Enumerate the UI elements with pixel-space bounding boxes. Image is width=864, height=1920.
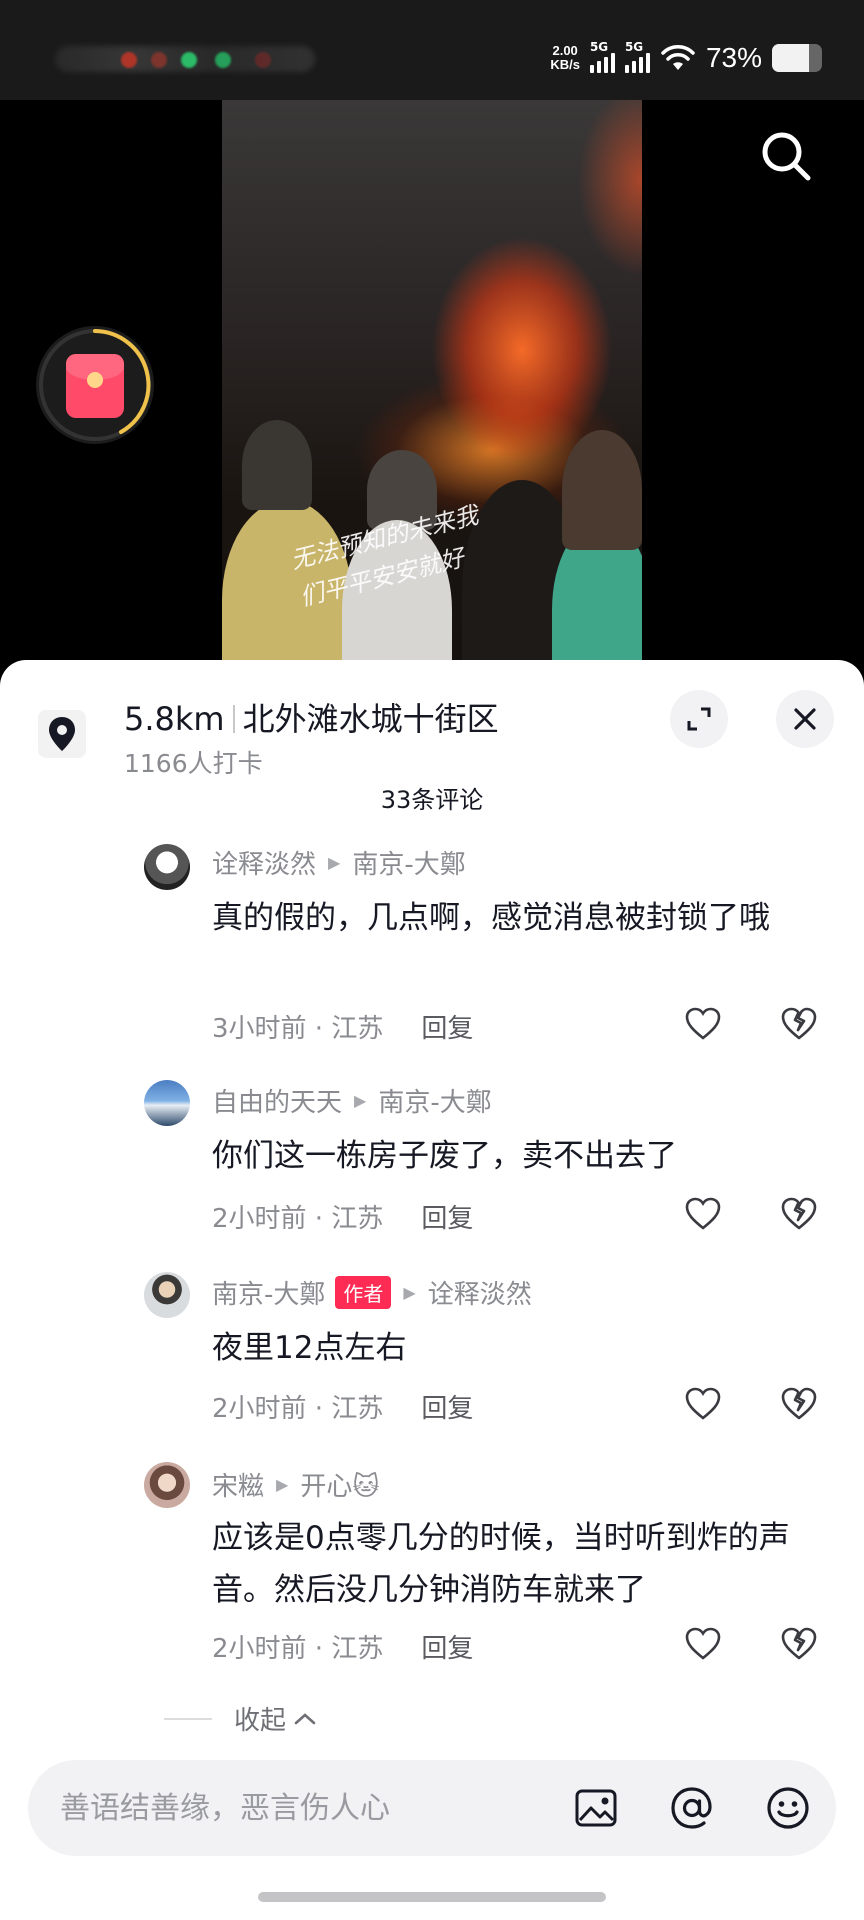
location-pin-icon [38, 710, 86, 758]
author-badge: 作者 [335, 1276, 392, 1309]
reply-button[interactable]: 回复 [421, 1394, 473, 1424]
comment-text: 你们这一栋房子废了，卖不出去了 [212, 1138, 677, 1174]
comment-username[interactable]: 诠释淡然 [212, 844, 316, 881]
expand-button[interactable] [670, 690, 728, 748]
comment-text: 应该是0点零几分的时候，当时听到炸的声音。然后没几分钟消防车就来了 [212, 1520, 790, 1608]
avatar[interactable] [144, 1462, 190, 1508]
location-distance: 5.8km [124, 700, 225, 738]
comment-username[interactable]: 自由的天天 [212, 1082, 342, 1119]
comment-time: 2小时前 · 江苏 [212, 1204, 384, 1234]
location-name: 北外滩水城十街区 [242, 700, 499, 738]
dislike-broken-heart-icon[interactable] [780, 1624, 818, 1664]
reply-arrow-icon: ▶ [403, 1283, 416, 1302]
search-button[interactable] [752, 122, 822, 192]
avatar[interactable] [144, 844, 190, 890]
comment-meta: 诠释淡然 ▶ 南京-大鄭 [212, 844, 466, 881]
reply-arrow-icon: ▶ [354, 1091, 367, 1110]
like-heart-icon[interactable] [683, 1004, 723, 1044]
red-envelope-button[interactable] [36, 326, 154, 444]
comment-text: 真的假的，几点啊，感觉消息被封锁了哦 [212, 900, 770, 936]
comment-time: 2小时前 · 江苏 [212, 1634, 384, 1664]
comment-reply-to[interactable]: 南京-大鄭 [378, 1082, 491, 1119]
reply-button[interactable]: 回复 [421, 1014, 473, 1044]
emoji-smiley-icon[interactable] [764, 1784, 812, 1832]
comment-time: 3小时前 · 江苏 [212, 1014, 384, 1044]
reply-arrow-icon: ▶ [276, 1475, 289, 1494]
comment-footer: 3小时前 · 江苏 回复 [212, 1008, 473, 1045]
comment-input-bar [28, 1760, 836, 1856]
reply-arrow-icon: ▶ [328, 853, 341, 872]
comment-reply-to[interactable]: 诠释淡然 [428, 1274, 532, 1311]
comment-meta: 宋糍 ▶ 开心🐱 [212, 1466, 379, 1503]
comment-username[interactable]: 宋糍 [212, 1466, 264, 1503]
like-heart-icon[interactable] [683, 1384, 723, 1424]
status-indicators: 2.00 KB/s 5G 5G 73% [550, 38, 822, 78]
network-speed: 2.00 KB/s [550, 43, 580, 72]
search-icon [762, 132, 811, 181]
collapse-label: 收起 [234, 1706, 287, 1736]
signal-icon-sim2: 5G [624, 40, 650, 73]
dislike-broken-heart-icon[interactable] [780, 1004, 818, 1044]
red-envelope-icon [66, 354, 124, 418]
like-heart-icon[interactable] [683, 1194, 723, 1234]
avatar[interactable] [144, 1080, 190, 1126]
comment-username[interactable]: 南京-大鄭 [212, 1274, 325, 1311]
collapse-replies-button[interactable]: 收起 [164, 1700, 318, 1737]
signal-icon-sim1: 5G [589, 40, 615, 73]
comment-meta: 南京-大鄭 作者 ▶ 诠释淡然 [212, 1274, 532, 1311]
avatar[interactable] [144, 1272, 190, 1318]
video-player[interactable]: 无法预知的未来我 们平平安安就好 [0, 100, 864, 680]
close-icon [794, 708, 816, 730]
status-bar: 2.00 KB/s 5G 5G 73% [0, 0, 864, 100]
notification-icons-blurred [55, 40, 320, 76]
comment-sheet: 5.8km 北外滩水城十街区 1166人打卡 33条评论 诠释淡然 ▶ 南京-大鄭… [0, 660, 864, 1920]
comment-footer: 2小时前 · 江苏 回复 [212, 1628, 473, 1665]
battery-percent: 73% [705, 42, 762, 73]
chevron-up-icon [294, 1712, 316, 1724]
reply-button[interactable]: 回复 [421, 1204, 473, 1234]
comment-input[interactable] [60, 1782, 520, 1834]
mention-at-icon[interactable] [668, 1784, 716, 1832]
close-button[interactable] [776, 690, 834, 748]
location-checkins: 1166人打卡 [124, 749, 263, 778]
dislike-broken-heart-icon[interactable] [780, 1384, 818, 1424]
battery-icon [772, 44, 822, 72]
comment-time: 2小时前 · 江苏 [212, 1394, 384, 1424]
comment-reply-to[interactable]: 开心🐱 [300, 1466, 379, 1503]
comment-count: 33条评论 [380, 786, 484, 814]
image-icon[interactable] [572, 1784, 620, 1832]
comment-footer: 2小时前 · 江苏 回复 [212, 1388, 473, 1425]
comment-text: 夜里12点左右 [212, 1330, 407, 1366]
comment-reply-to[interactable]: 南京-大鄭 [352, 844, 465, 881]
wifi-icon [661, 45, 695, 70]
comment-meta: 自由的天天 ▶ 南京-大鄭 [212, 1082, 492, 1119]
expand-icon [687, 707, 711, 731]
dislike-broken-heart-icon[interactable] [780, 1194, 818, 1234]
comment-footer: 2小时前 · 江苏 回复 [212, 1198, 473, 1235]
location-title[interactable]: 5.8km 北外滩水城十街区 [124, 694, 499, 740]
reply-button[interactable]: 回复 [421, 1634, 473, 1664]
video-frame-fire-scene: 无法预知的未来我 们平平安安就好 [222, 100, 642, 680]
home-indicator[interactable] [258, 1892, 606, 1902]
like-heart-icon[interactable] [683, 1624, 723, 1664]
